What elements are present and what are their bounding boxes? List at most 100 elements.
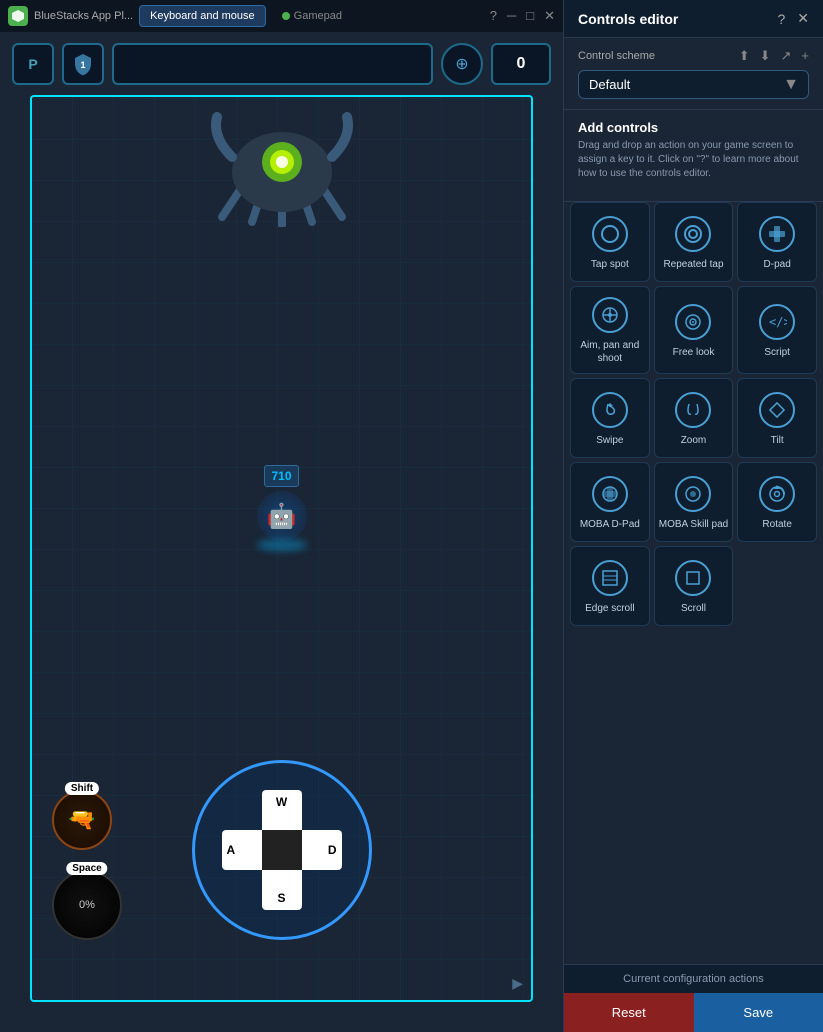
character-health-text: 710 [271, 469, 291, 483]
scheme-label: Control scheme ⬆ ⬇ ↗ + [578, 48, 809, 64]
control-item-scroll[interactable]: Scroll [654, 546, 734, 626]
scheme-action-icons: ⬆ ⬇ ↗ + [739, 48, 809, 64]
control-label-tap-spot: Tap spot [591, 258, 629, 271]
dpad-cross[interactable]: W S A D [222, 790, 342, 910]
control-label-swipe: Swipe [596, 434, 623, 447]
shift-button[interactable]: Shift 🔫 [52, 790, 112, 850]
tab-gamepad[interactable]: Gamepad [272, 5, 352, 27]
control-item-free-look[interactable]: Free look [654, 286, 734, 374]
window-controls: ? ─ □ ✕ [490, 8, 555, 24]
scheme-row: Control scheme ⬆ ⬇ ↗ + Default ▼ [564, 38, 823, 110]
control-icon-repeated-tap [675, 216, 711, 252]
controls-grid: Tap spot Repeated tap D-pad Aim, pan and sh… [564, 202, 823, 626]
help-icon[interactable]: ? [777, 11, 785, 27]
dpad-s-label: S [277, 891, 285, 905]
hud-progress-bar [112, 43, 433, 85]
control-icon-scroll [675, 560, 711, 596]
tab-keyboard-mouse[interactable]: Keyboard and mouse [139, 5, 266, 27]
controls-scroll-area[interactable]: Tap spot Repeated tap D-pad Aim, pan and sh… [564, 202, 823, 964]
control-item-swipe[interactable]: Swipe [570, 378, 650, 458]
top-bar: BlueStacks App Pl... Keyboard and mouse … [0, 0, 563, 32]
space-button[interactable]: Space 0% [52, 870, 122, 940]
scheme-add-icon[interactable]: + [801, 48, 809, 64]
reset-button[interactable]: Reset [564, 993, 694, 1032]
control-item-moba-d-pad[interactable]: MOBA D-Pad [570, 462, 650, 542]
control-icon-free-look [675, 304, 711, 340]
control-label-aim,-pan-and-shoot: Aim, pan and shoot [575, 339, 645, 365]
controls-panel: Controls editor ? ✕ Control scheme ⬆ ⬇ ↗… [563, 0, 823, 1032]
game-field: 710 🤖 W S A D [30, 95, 533, 1002]
control-item-repeated-tap[interactable]: Repeated tap [654, 202, 734, 282]
control-label-d-pad: D-pad [764, 258, 791, 271]
scheme-select-wrap: Default ▼ [578, 70, 809, 99]
control-label-repeated-tap: Repeated tap [663, 258, 723, 271]
monster-area [182, 97, 382, 237]
control-label-scroll: Scroll [681, 602, 706, 615]
space-label: Space [66, 862, 107, 875]
character-glow [257, 539, 307, 551]
config-actions-label: Current configuration actions [564, 965, 823, 993]
dpad-circle[interactable]: W S A D [192, 760, 372, 940]
control-item-zoom[interactable]: Zoom [654, 378, 734, 458]
dpad-d-label: D [328, 843, 337, 857]
close-button[interactable]: ✕ [544, 8, 555, 24]
dpad-w-label: W [276, 795, 287, 809]
bluestacks-logo [8, 6, 28, 26]
svg-text:</>: </> [769, 315, 787, 329]
help-button[interactable]: ? [490, 8, 497, 24]
game-field-inner: 710 🤖 W S A D [32, 97, 531, 1000]
maximize-button[interactable]: □ [526, 8, 534, 24]
control-icon-edge-scroll [592, 560, 628, 596]
hud-shield: 1 [62, 43, 104, 85]
character-sprite: 🤖 [257, 491, 307, 541]
control-label-rotate: Rotate [762, 518, 791, 531]
panel-header: Controls editor ? ✕ [564, 0, 823, 38]
dpad-center [262, 830, 302, 870]
panel-title: Controls editor [578, 11, 678, 27]
space-control[interactable]: Space 0% [52, 870, 122, 940]
character: 710 🤖 [257, 465, 307, 541]
control-item-tilt[interactable]: Tilt [737, 378, 817, 458]
space-percent: 0% [79, 899, 95, 911]
control-item-edge-scroll[interactable]: Edge scroll [570, 546, 650, 626]
save-button[interactable]: Save [694, 993, 823, 1032]
control-label-edge-scroll: Edge scroll [585, 602, 634, 615]
scheme-download-icon[interactable]: ⬇ [760, 48, 771, 64]
control-item-rotate[interactable]: Rotate [737, 462, 817, 542]
hud-score: 0 [491, 43, 551, 85]
control-icon-moba-skill-pad [675, 476, 711, 512]
dpad-a-label: A [227, 843, 236, 857]
scheme-share-icon[interactable]: ↗ [781, 48, 792, 64]
shift-label: Shift [65, 782, 99, 795]
control-label-free-look: Free look [673, 346, 715, 359]
control-label-moba-skill-pad: MOBA Skill pad [659, 518, 728, 531]
control-label-zoom: Zoom [681, 434, 707, 447]
control-item-aim,-pan-and-shoot[interactable]: Aim, pan and shoot [570, 286, 650, 374]
control-icon-aim,-pan-and-shoot [592, 297, 628, 333]
control-icon-tilt [759, 392, 795, 428]
gamepad-active-dot [282, 12, 290, 20]
control-item-d-pad[interactable]: D-pad [737, 202, 817, 282]
svg-text:1: 1 [80, 60, 85, 70]
control-icon-swipe [592, 392, 628, 428]
scroll-indicator: ▶ [512, 975, 523, 992]
scheme-select[interactable]: Default [578, 70, 809, 99]
minimize-button[interactable]: ─ [507, 8, 516, 24]
scheme-upload-icon[interactable]: ⬆ [739, 48, 750, 64]
panel-bottom: Current configuration actions Reset Save [564, 964, 823, 1032]
shift-control[interactable]: Shift 🔫 [52, 790, 112, 850]
control-item-tap-spot[interactable]: Tap spot [570, 202, 650, 282]
panel-close-icon[interactable]: ✕ [797, 10, 809, 27]
add-controls-section: Add controls Drag and drop an action on … [564, 110, 823, 202]
add-controls-desc: Drag and drop an action on your game scr… [578, 139, 809, 181]
control-item-script[interactable]: </> Script [737, 286, 817, 374]
hud-top: P 1 ⊕ 0 [0, 35, 563, 93]
control-label-moba-d-pad: MOBA D-Pad [580, 518, 640, 531]
control-label-script: Script [764, 346, 790, 359]
action-buttons: Reset Save [564, 993, 823, 1032]
control-item-moba-skill-pad[interactable]: MOBA Skill pad [654, 462, 734, 542]
control-icon-zoom [675, 392, 711, 428]
control-icon-script: </> [759, 304, 795, 340]
dpad-area: W S A D [192, 760, 372, 940]
control-label-tilt: Tilt [771, 434, 784, 447]
